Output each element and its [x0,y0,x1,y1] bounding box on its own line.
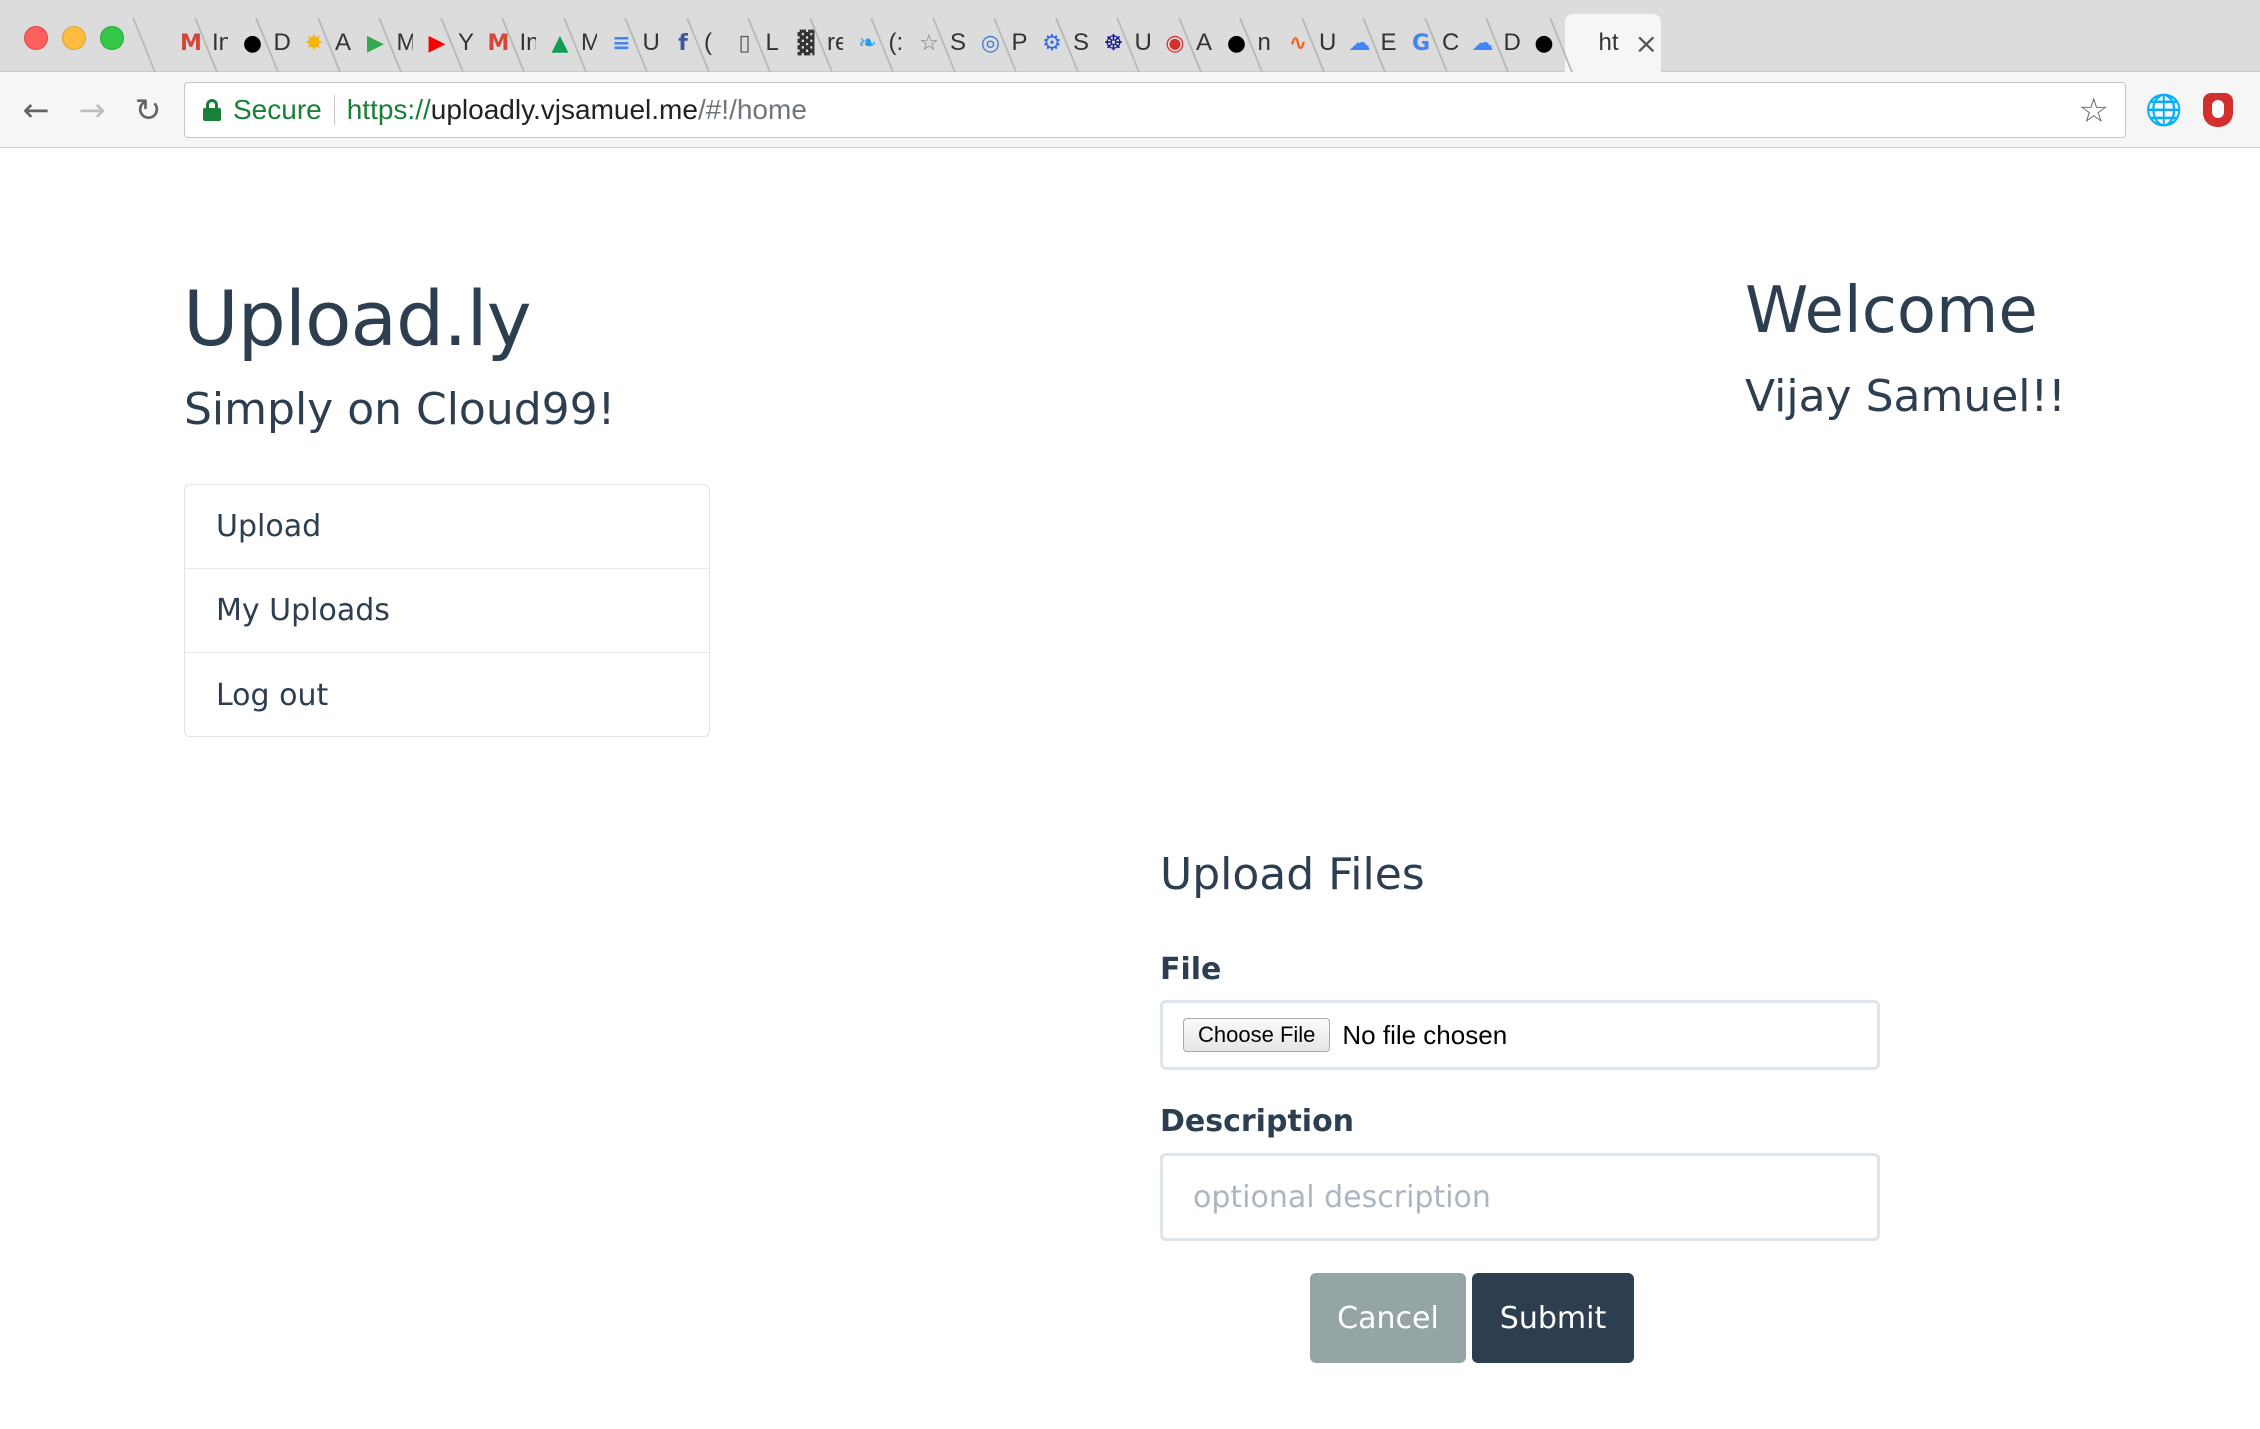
forward-arrow-icon[interactable]: → [72,90,112,130]
menu-item-my-uploads[interactable]: My Uploads [185,569,709,653]
secure-label: Secure [233,94,322,125]
page-content: Upload.ly Simply on Cloud99! Welcome Vij… [0,149,2260,1429]
no-file-chosen-text: No file chosen [1342,1019,1508,1050]
maximize-window-button[interactable] [100,26,124,50]
close-tab-icon[interactable]: × [1635,27,1658,60]
browser-toolbar: ← → ↻ Secure https://uploadly.vjsamuel.m… [0,72,2260,148]
close-window-button[interactable] [24,26,48,50]
url-scheme: https:// [346,94,431,125]
minimize-window-button[interactable] [62,26,86,50]
description-input[interactable] [1160,1153,1880,1241]
user-name: Vijay Samuel!! [1745,371,2066,422]
welcome-heading: Welcome [1745,274,2038,348]
shield-extension-icon[interactable] [2198,90,2238,130]
app-title: Upload.ly [183,274,532,363]
reload-icon[interactable]: ↻ [128,90,168,130]
menu-item-log-out[interactable]: Log out [185,653,709,737]
app-subtitle: Simply on Cloud99! [184,384,616,435]
bookmark-star-icon[interactable]: ☆ [2079,91,2109,131]
back-arrow-icon[interactable]: ← [16,90,56,130]
url-host: uploadly.vjsamuel.me [430,94,698,125]
browser-tab-strip: M In ● D ✸ A ▶ M ▶ Y M In ▲ M ≡ Uf(▯ L ▓ re ❧ (: ☆ S ◎ P ⚙ S ☸ U ◉ A ● n… [0,0,2260,72]
menu-item-upload[interactable]: Upload [185,485,709,569]
tab-title: ht [1598,29,1619,56]
description-label: Description [1160,1104,1355,1139]
file-label: File [1160,952,1222,987]
file-input[interactable]: Choose File No file chosen [1160,1000,1880,1070]
url-path: /#!/home [697,94,807,125]
cancel-button[interactable]: Cancel [1310,1273,1466,1363]
address-bar[interactable]: Secure https://uploadly.vjsamuel.me/#!/h… [184,82,2126,138]
lock-icon [203,99,221,121]
submit-button[interactable]: Submit [1472,1273,1634,1363]
upload-files-heading: Upload Files [1160,849,1425,900]
address-separator [333,95,335,125]
globe-extension-icon[interactable]: 🌐 [2144,90,2184,130]
active-browser-tab[interactable]: ht × [1564,14,1661,72]
tab-list: M In ● D ✸ A ▶ M ▶ Y M In ▲ M ≡ Uf(▯ L ▓ re ❧ (: ☆ S ◎ P ⚙ S ☸ U ◉ A ● n… [148,14,2260,72]
choose-file-button[interactable]: Choose File [1183,1018,1331,1052]
side-menu: Upload My Uploads Log out [184,484,710,737]
